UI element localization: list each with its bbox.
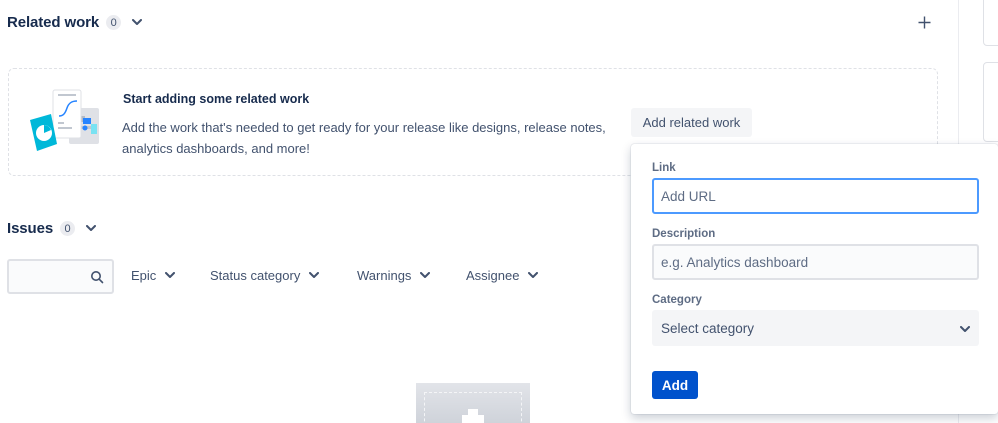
chevron-down-icon[interactable] — [130, 16, 144, 30]
add-placeholder-illustration — [416, 383, 530, 423]
chevron-down-icon — [960, 321, 970, 336]
filter-warnings[interactable]: Warnings — [357, 268, 432, 283]
plus-icon-bar — [462, 415, 484, 423]
add-related-work-popup: Link Description Category Select categor… — [631, 144, 998, 414]
chevron-down-icon — [528, 270, 540, 282]
description-input[interactable] — [652, 244, 979, 280]
right-rail-panel — [983, 62, 998, 142]
filter-status-category[interactable]: Status category — [210, 268, 321, 283]
filter-label: Status category — [210, 268, 301, 283]
search-icon — [90, 270, 104, 284]
chevron-down-icon[interactable] — [84, 222, 98, 236]
filter-epic[interactable]: Epic — [131, 268, 177, 283]
filter-label: Epic — [131, 268, 157, 283]
documents-chart-illustration — [29, 88, 101, 158]
description-label: Description — [652, 228, 716, 240]
empty-state-title: Start adding some related work — [123, 92, 310, 106]
add-related-work-button[interactable]: Add related work — [631, 108, 752, 137]
category-select[interactable]: Select category — [652, 310, 979, 346]
category-selected-value: Select category — [661, 320, 755, 336]
related-work-count-badge: 0 — [106, 15, 122, 30]
filter-label: Warnings — [357, 268, 412, 283]
link-url-input[interactable] — [652, 178, 979, 214]
filter-assignee[interactable]: Assignee — [466, 268, 540, 283]
filter-label: Assignee — [466, 268, 520, 283]
issues-search-input[interactable] — [7, 259, 114, 294]
chevron-down-icon — [309, 270, 321, 282]
link-label: Link — [652, 162, 676, 174]
issues-title: Issues — [7, 220, 54, 237]
add-button[interactable]: Add — [652, 371, 698, 399]
chevron-down-icon — [420, 270, 432, 282]
related-work-title: Related work — [7, 14, 100, 31]
right-rail-panel — [983, 0, 998, 46]
category-label: Category — [652, 294, 702, 306]
related-work-header: Related work 0 — [7, 14, 144, 31]
issues-count-badge: 0 — [60, 221, 76, 236]
issues-header: Issues 0 — [7, 220, 98, 237]
chevron-down-icon — [165, 270, 177, 282]
plus-icon[interactable] — [914, 12, 934, 32]
empty-state-description: Add the work that's needed to get ready … — [122, 120, 606, 156]
